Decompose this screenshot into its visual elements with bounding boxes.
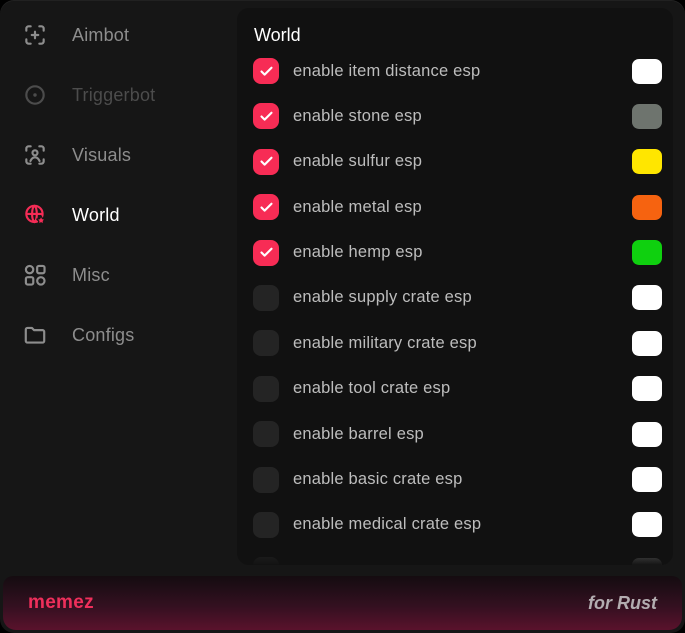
esp-option-label: enable barrel esp xyxy=(293,425,632,444)
page-title: World xyxy=(237,8,673,46)
sidebar-item-aimbot[interactable]: Aimbot xyxy=(0,5,237,65)
sidebar-item-label: Triggerbot xyxy=(72,85,155,106)
checkmark-icon xyxy=(259,245,274,260)
sidebar-item-label: Misc xyxy=(72,265,110,286)
world-globe-icon xyxy=(22,202,48,228)
esp-color-swatch[interactable] xyxy=(632,331,662,356)
checkmark-icon xyxy=(259,109,274,124)
esp-option-label: enable item distance esp xyxy=(293,62,632,81)
esp-option-row: enable metal esp xyxy=(253,194,662,220)
esp-color-swatch[interactable] xyxy=(632,104,662,129)
esp-color-swatch[interactable] xyxy=(632,285,662,310)
world-settings-panel: World enable item distance esp enable st… xyxy=(237,8,673,565)
esp-checkbox[interactable] xyxy=(253,58,279,84)
esp-color-swatch[interactable] xyxy=(632,512,662,537)
sidebar-item-label: Aimbot xyxy=(72,25,129,46)
sidebar-item-label: Visuals xyxy=(72,145,131,166)
esp-color-swatch[interactable] xyxy=(632,376,662,401)
checkmark-icon xyxy=(259,154,274,169)
esp-checkbox[interactable] xyxy=(253,240,279,266)
esp-option-label: enable metal esp xyxy=(293,198,632,217)
esp-checkbox[interactable] xyxy=(253,285,279,311)
aimbot-crosshair-icon xyxy=(22,22,48,48)
esp-color-swatch[interactable] xyxy=(632,149,662,174)
sidebar-item-configs[interactable]: Configs xyxy=(0,305,237,365)
triggerbot-circle-icon xyxy=(22,82,48,108)
esp-option-row: enable medical crate esp xyxy=(253,512,662,538)
esp-color-swatch[interactable] xyxy=(632,59,662,84)
esp-option-label: enable basic crate esp xyxy=(293,470,632,489)
esp-option-label: enable supply crate esp xyxy=(293,288,632,307)
esp-checkbox[interactable] xyxy=(253,149,279,175)
esp-option-label: enable medical crate esp xyxy=(293,515,632,534)
esp-color-swatch[interactable] xyxy=(632,422,662,447)
esp-option-label: enable sulfur esp xyxy=(293,152,632,171)
sidebar-item-visuals[interactable]: Visuals xyxy=(0,125,237,185)
esp-option-row xyxy=(253,557,662,565)
options-list: enable item distance esp enable stone es… xyxy=(237,46,673,565)
esp-checkbox[interactable] xyxy=(253,376,279,402)
brand-logo-text: memez xyxy=(28,592,94,614)
esp-color-swatch[interactable] xyxy=(632,558,662,565)
esp-checkbox[interactable] xyxy=(253,421,279,447)
esp-option-row: enable stone esp xyxy=(253,103,662,129)
esp-option-row: enable basic crate esp xyxy=(253,467,662,493)
sidebar-item-label: Configs xyxy=(72,325,134,346)
cheat-menu-window: Aimbot Triggerbot Visuals World Misc Con… xyxy=(0,0,685,633)
esp-option-row: enable military crate esp xyxy=(253,330,662,356)
sidebar-item-world[interactable]: World xyxy=(0,185,237,245)
esp-option-label: enable stone esp xyxy=(293,107,632,126)
configs-folder-icon xyxy=(22,322,48,348)
checkmark-icon xyxy=(259,64,274,79)
esp-checkbox[interactable] xyxy=(253,194,279,220)
esp-checkbox[interactable] xyxy=(253,512,279,538)
esp-checkbox[interactable] xyxy=(253,467,279,493)
esp-option-label: enable military crate esp xyxy=(293,334,632,353)
footer-bar: memez for Rust xyxy=(3,576,682,630)
esp-option-row: enable supply crate esp xyxy=(253,285,662,311)
esp-option-label: enable tool crate esp xyxy=(293,379,632,398)
misc-grid-icon xyxy=(22,262,48,288)
sidebar-item-label: World xyxy=(72,205,120,226)
esp-option-row: enable sulfur esp xyxy=(253,149,662,175)
esp-checkbox[interactable] xyxy=(253,330,279,356)
esp-option-label: enable hemp esp xyxy=(293,243,632,262)
footer-subtitle: for Rust xyxy=(588,593,657,614)
sidebar-item-misc[interactable]: Misc xyxy=(0,245,237,305)
esp-checkbox[interactable] xyxy=(253,103,279,129)
esp-option-row: enable hemp esp xyxy=(253,240,662,266)
esp-color-swatch[interactable] xyxy=(632,240,662,265)
sidebar: Aimbot Triggerbot Visuals World Misc Con… xyxy=(0,0,237,365)
checkmark-icon xyxy=(259,200,274,215)
esp-color-swatch[interactable] xyxy=(632,195,662,220)
esp-checkbox[interactable] xyxy=(253,557,279,565)
visuals-person-scan-icon xyxy=(22,142,48,168)
sidebar-item-triggerbot[interactable]: Triggerbot xyxy=(0,65,237,125)
esp-option-row: enable item distance esp xyxy=(253,58,662,84)
esp-color-swatch[interactable] xyxy=(632,467,662,492)
esp-option-row: enable tool crate esp xyxy=(253,376,662,402)
esp-option-row: enable barrel esp xyxy=(253,421,662,447)
